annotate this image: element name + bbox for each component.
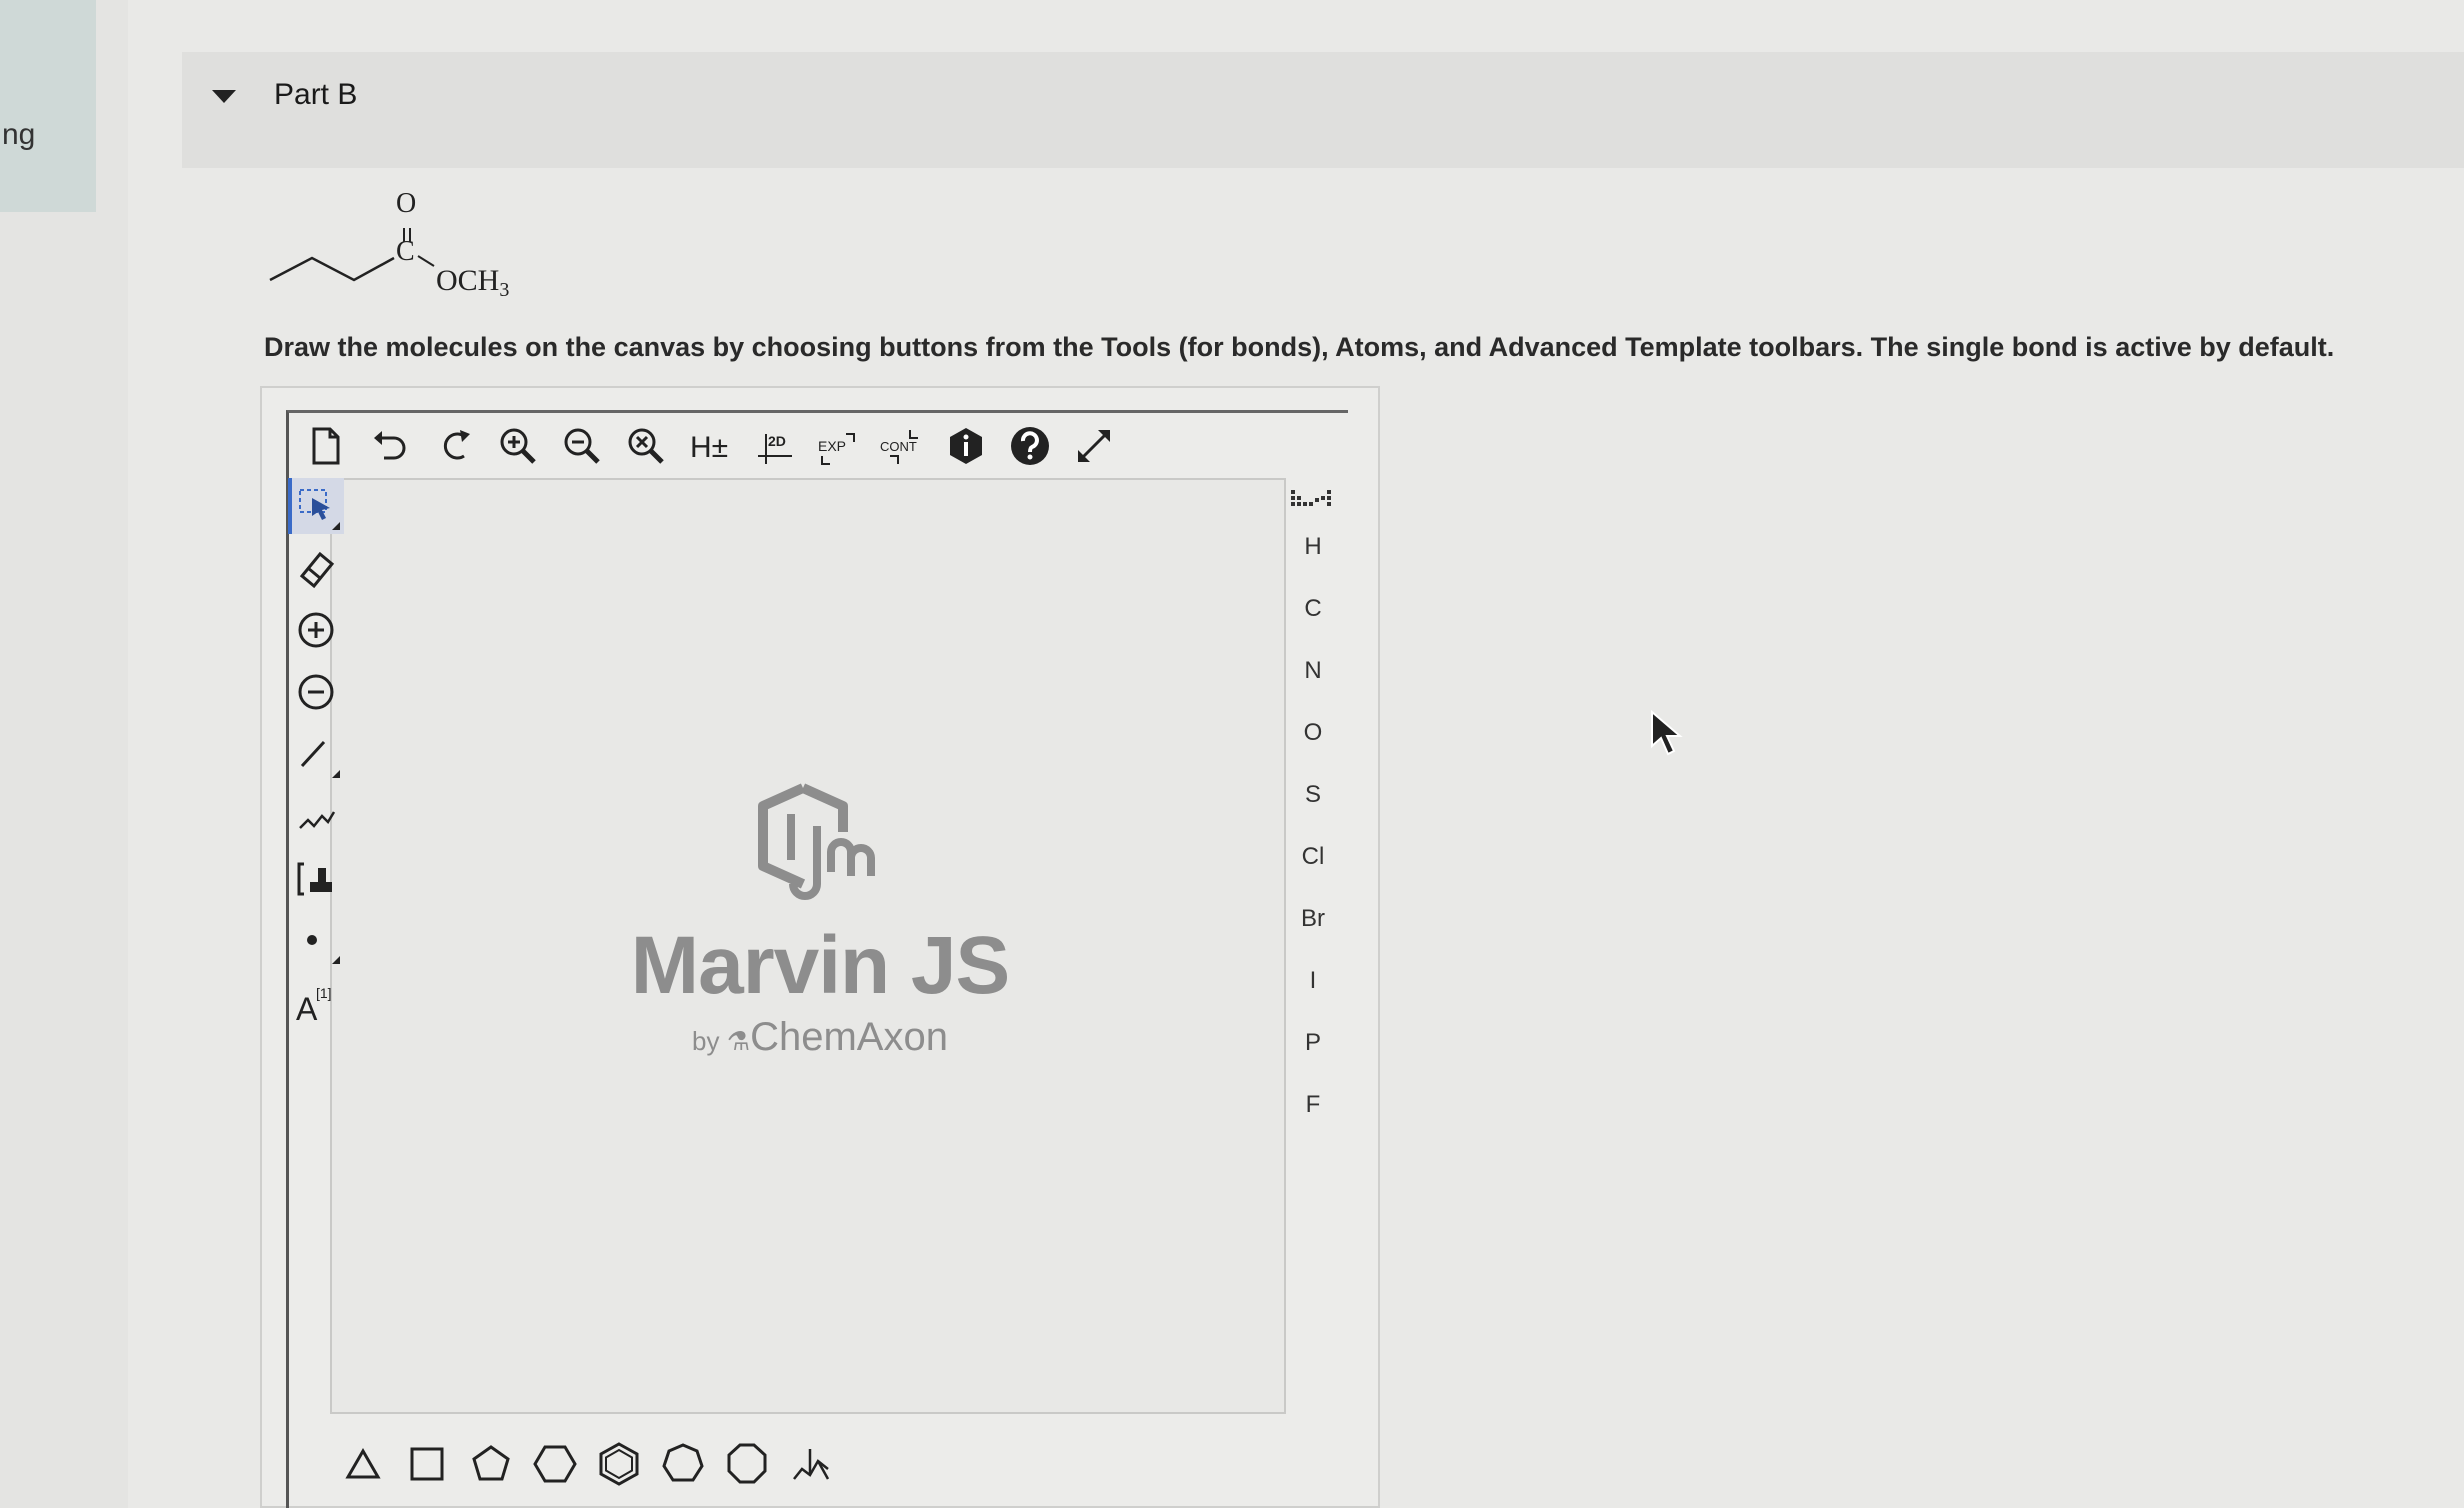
top-toolbar: H± 2D EXP CONT [300,418,1120,474]
expand-icon[interactable]: EXP [812,420,864,472]
atoms-toolbar: H C N O S Cl Br I P F [1282,486,1344,1136]
part-title: Part B [274,78,358,111]
undo-icon[interactable] [364,420,416,472]
sidebar-fragment: ng [2,118,36,151]
svg-text:2D: 2D [768,433,786,449]
select-icon[interactable] [288,478,344,534]
zoom-in-icon[interactable] [492,420,544,472]
atom-button-f[interactable]: F [1282,1074,1344,1136]
cyclopentane-icon[interactable] [466,1439,516,1489]
svg-text:OCH3: OCH3 [436,264,509,301]
atom-map-icon[interactable]: A [1] [288,974,344,1030]
company-name: ChemAxon [750,1015,948,1059]
cyclooctane-icon[interactable] [722,1439,772,1489]
svg-text:A: A [296,991,318,1024]
carbon-label: C [396,236,415,267]
info-icon[interactable] [940,420,992,472]
add-hydrogens-icon[interactable]: H± [684,420,736,472]
eraser-icon[interactable] [288,540,344,596]
cyclopropane-icon[interactable] [338,1439,388,1489]
templates-toolbar [338,1434,836,1494]
atom-button-h[interactable]: H [1282,516,1344,578]
svg-text:[1]: [1] [316,985,332,1001]
atom-button-c[interactable]: C [1282,578,1344,640]
contract-icon[interactable]: CONT [876,420,928,472]
tools-toolbar: A [1] [288,478,348,1036]
atom-button-p[interactable]: P [1282,1012,1344,1074]
atom-button-o[interactable]: O [1282,702,1344,764]
methoxy-subscript: 3 [499,279,509,301]
atom-button-n[interactable]: N [1282,640,1344,702]
benzene-icon[interactable] [594,1439,644,1489]
atom-button-i[interactable]: I [1282,950,1344,1012]
zoom-fit-icon[interactable] [620,420,672,472]
chain-icon[interactable] [288,788,344,844]
methoxy-label: OCH [436,264,499,297]
svg-text:CONT: CONT [880,439,917,454]
marvin-branding: Marvin JS by ⚗ChemAxon [620,780,1020,1060]
redo-icon[interactable] [428,420,480,472]
cyclobutane-icon[interactable] [402,1439,452,1489]
atom-button-br[interactable]: Br [1282,888,1344,950]
svg-text:H±: H± [690,431,728,464]
part-header[interactable] [182,52,2464,168]
instructions: Draw the molecules on the canvas by choo… [264,332,2335,362]
collapse-caret-icon[interactable] [212,90,236,103]
periodic-table-icon[interactable] [1282,486,1344,516]
atom-button-cl[interactable]: Cl [1282,826,1344,888]
marvin-logo-icon [758,783,875,900]
atom-button-s[interactable]: S [1282,764,1344,826]
zoom-out-icon[interactable] [556,420,608,472]
product-name: Marvin JS [630,920,1010,1011]
positive-charge-icon[interactable] [288,602,344,658]
fullscreen-icon[interactable] [1068,420,1120,472]
cyclohexane-icon[interactable] [530,1439,580,1489]
clean-2d-icon[interactable]: 2D [748,420,800,472]
radical-icon[interactable] [288,912,344,968]
molecule-structure: O C OCH3 [269,188,509,301]
negative-charge-icon[interactable] [288,664,344,720]
oxygen-label: O [396,188,416,219]
new-document-icon[interactable] [300,420,352,472]
brand-by: by [692,1026,720,1056]
mouse-cursor-icon [1651,710,1683,756]
sidebar-strip: ng [0,0,96,212]
single-bond-icon[interactable] [288,726,344,782]
help-icon[interactable] [1004,420,1056,472]
svg-text:EXP: EXP [818,438,846,454]
cycloheptane-icon[interactable] [658,1439,708,1489]
chemaxon-flask-icon: ⚗ [726,1026,751,1056]
bracket-icon[interactable] [288,850,344,906]
template-library-icon[interactable] [786,1439,836,1489]
